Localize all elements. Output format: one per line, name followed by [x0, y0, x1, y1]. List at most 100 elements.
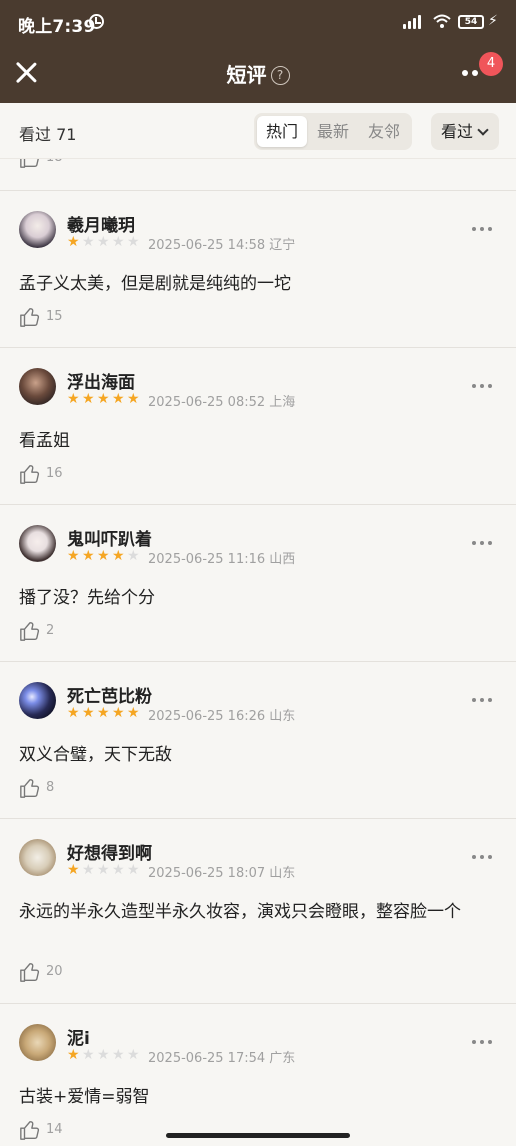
star-filled-icon: ★: [82, 705, 95, 721]
comment-meta: 2025-06-25 17:54 广东: [148, 1047, 295, 1066]
tab-hot[interactable]: 热门: [257, 116, 307, 147]
comment-location: 广东: [269, 1051, 296, 1066]
thumbs-up-icon: [20, 308, 40, 327]
status-time: 晚上7:39: [18, 17, 96, 37]
avatar[interactable]: [19, 1024, 56, 1061]
star-filled-icon: ★: [67, 862, 80, 878]
comment-meta: 2025-06-25 14:58 辽宁: [148, 234, 295, 253]
star-empty-icon: ★: [112, 862, 125, 878]
avatar[interactable]: [19, 211, 56, 248]
wifi-icon: [433, 13, 451, 33]
star-filled-icon: ★: [67, 705, 80, 721]
star-empty-icon: ★: [127, 548, 140, 564]
like-count: 14: [46, 1122, 63, 1137]
comment-menu-button[interactable]: [472, 541, 492, 547]
charging-icon: ⚡: [488, 13, 498, 29]
star-filled-icon: ★: [97, 548, 110, 564]
battery-icon: 54: [458, 15, 484, 29]
username[interactable]: 好想得到啊: [67, 839, 152, 864]
thumbs-up-icon: [20, 622, 40, 641]
thumbs-up-icon: [20, 465, 40, 484]
comment-item: 浮出海面 ★ ★ ★ ★ ★ 2025-06-25 08:52 上海 看孟姐 16: [0, 347, 516, 504]
help-icon[interactable]: ?: [270, 66, 290, 85]
star-empty-icon: ★: [82, 1047, 95, 1063]
comment-menu-button[interactable]: [472, 855, 492, 861]
comment-item: 羲月曦玥 ★ ★ ★ ★ ★ 2025-06-25 14:58 辽宁 孟子义太美，但是剧…: [0, 190, 516, 347]
top-bar: 晚上7:39 54 ⚡ 短评? 4: [0, 0, 516, 103]
comment-item: 死亡芭比粉 ★ ★ ★ ★ ★ 2025-06-25 16:26 山东 双义合璧，天下无…: [0, 661, 516, 818]
avatar[interactable]: [19, 525, 56, 562]
like-count: 15: [46, 309, 63, 324]
comment-menu-button[interactable]: [472, 1040, 492, 1046]
comment-location: 山东: [269, 866, 296, 881]
star-filled-icon: ★: [67, 1047, 80, 1063]
star-empty-icon: ★: [82, 234, 95, 250]
comment-text: 古装+爱情=弱智: [19, 1087, 150, 1107]
tab-latest[interactable]: 最新: [308, 116, 358, 147]
star-filled-icon: ★: [112, 705, 125, 721]
comment-date: 2025-06-25 11:16: [148, 552, 266, 567]
avatar[interactable]: [19, 839, 56, 876]
like-count: 18: [46, 159, 63, 165]
page-title-wrap: 短评?: [0, 59, 516, 88]
thumbs-up-icon: [20, 963, 40, 982]
star-empty-icon: ★: [127, 234, 140, 250]
comment-location: 辽宁: [269, 238, 296, 253]
star-empty-icon: ★: [97, 234, 110, 250]
comment-meta: 2025-06-25 11:16 山西: [148, 548, 295, 567]
comment-meta: 2025-06-25 18:07 山东: [148, 862, 295, 881]
comment-text: 看孟姐: [19, 431, 70, 451]
seen-count: 看过 71: [19, 125, 77, 144]
comment-date: 2025-06-25 18:07: [148, 866, 266, 881]
star-filled-icon: ★: [82, 391, 95, 407]
comment-menu-button[interactable]: [472, 227, 492, 233]
avatar[interactable]: [19, 682, 56, 719]
star-empty-icon: ★: [97, 862, 110, 878]
star-empty-icon: ★: [127, 862, 140, 878]
star-empty-icon: ★: [112, 1047, 125, 1063]
star-filled-icon: ★: [67, 234, 80, 250]
comment-text: 永远的半永久造型半永久妆容，演戏只会瞪眼，整容脸一个: [19, 902, 461, 922]
star-empty-icon: ★: [127, 1047, 140, 1063]
star-filled-icon: ★: [127, 705, 140, 721]
star-filled-icon: ★: [127, 391, 140, 407]
comment-location: 山西: [269, 552, 296, 567]
alarm-icon: [89, 14, 104, 29]
star-filled-icon: ★: [112, 548, 125, 564]
filter-bar: 看过 71 热门 最新 友邻 看过: [0, 103, 516, 159]
comment-date: 2025-06-25 17:54: [148, 1051, 266, 1066]
username[interactable]: 羲月曦玥: [67, 211, 135, 236]
comment-location: 上海: [269, 395, 296, 410]
star-empty-icon: ★: [112, 234, 125, 250]
like-count: 16: [46, 466, 63, 481]
sort-tabs: 热门 最新 友邻: [254, 113, 412, 150]
like-count: 20: [46, 964, 63, 979]
like-count: 2: [46, 623, 55, 638]
star-filled-icon: ★: [82, 548, 95, 564]
more-button[interactable]: [462, 70, 482, 78]
notification-badge: 4: [479, 52, 503, 76]
comment-meta: 2025-06-25 08:52 上海: [148, 391, 295, 410]
thumbs-up-icon: [20, 779, 40, 798]
like-count: 8: [46, 780, 55, 795]
tab-friends[interactable]: 友邻: [359, 116, 409, 147]
status-bar: 晚上7:39 54 ⚡: [0, 0, 516, 46]
comment-date: 2025-06-25 14:58: [148, 238, 266, 253]
username[interactable]: 浮出海面: [67, 368, 135, 393]
comment-menu-button[interactable]: [472, 384, 492, 390]
star-empty-icon: ★: [97, 1047, 110, 1063]
username[interactable]: 死亡芭比粉: [67, 682, 152, 707]
star-filled-icon: ★: [67, 391, 80, 407]
star-filled-icon: ★: [97, 391, 110, 407]
username[interactable]: 泥i: [67, 1024, 90, 1049]
avatar[interactable]: [19, 368, 56, 405]
home-indicator[interactable]: [166, 1133, 350, 1138]
comment-menu-button[interactable]: [472, 698, 492, 704]
comment-item: 好想得到啊 ★ ★ ★ ★ ★ 2025-06-25 18:07 山东 永远的半永久造型…: [0, 818, 516, 1003]
username[interactable]: 鬼叫吓趴着: [67, 525, 152, 550]
comment-location: 山东: [269, 709, 296, 724]
comment-item: 泥i ★ ★ ★ ★ ★ 2025-06-25 17:54 广东 古装+爱情=弱智 14: [0, 1003, 516, 1146]
seen-dropdown[interactable]: 看过: [431, 113, 499, 150]
partial-comment: 18: [0, 159, 516, 190]
star-empty-icon: ★: [82, 862, 95, 878]
